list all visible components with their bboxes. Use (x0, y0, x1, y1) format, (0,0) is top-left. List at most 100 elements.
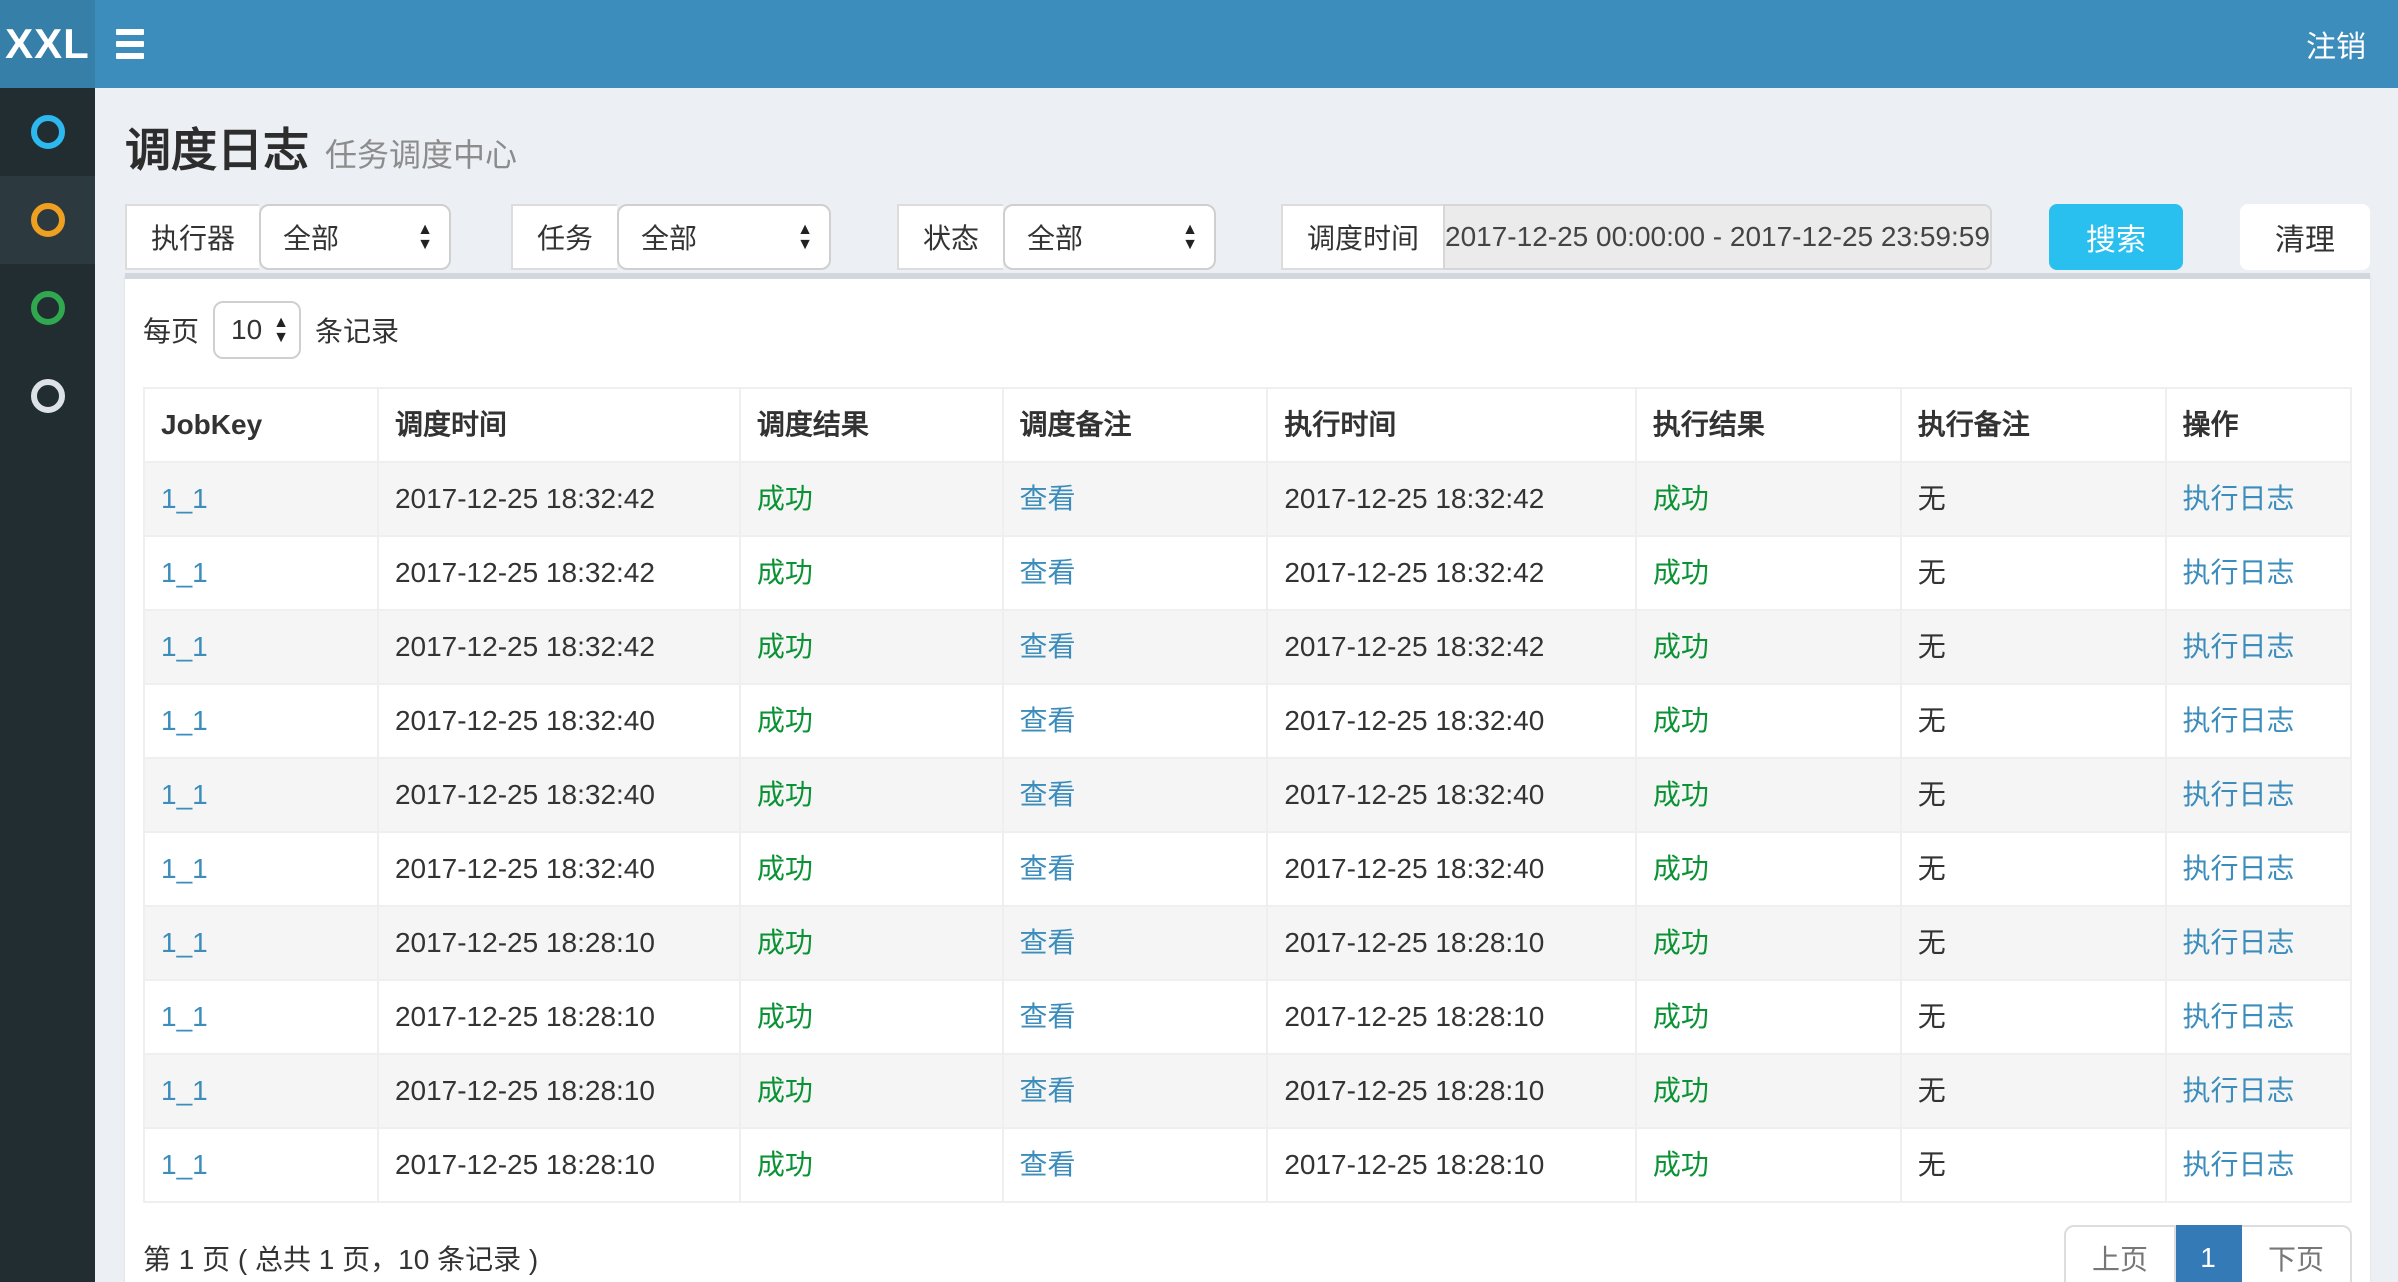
dispatch-time-cell: 2017-12-25 18:32:40 (395, 705, 655, 736)
next-page-button[interactable]: 下页 (2242, 1225, 2352, 1282)
jobkey-link-cell: 1_1 (144, 832, 378, 906)
view-remark-link-cell: 查看 (1003, 610, 1268, 684)
jobkey-link[interactable]: 1_1 (161, 705, 208, 736)
executor-select[interactable]: 全部 ▲▼ (259, 204, 451, 270)
jobkey-link[interactable]: 1_1 (161, 853, 208, 884)
view-remark-link[interactable]: 查看 (1020, 631, 1076, 662)
jobkey-link[interactable]: 1_1 (161, 631, 208, 662)
jobkey-link[interactable]: 1_1 (161, 927, 208, 958)
dispatch-time-cell: 2017-12-25 18:28:10 (395, 1001, 655, 1032)
view-remark-link[interactable]: 查看 (1020, 1075, 1076, 1106)
job-select[interactable]: 全部 ▲▼ (617, 204, 831, 270)
dispatch-time-cell-cell: 2017-12-25 18:28:10 (378, 1128, 740, 1202)
exec-remark-cell-cell: 无 (1901, 684, 2166, 758)
exec-log-link[interactable]: 执行日志 (2183, 853, 2295, 884)
jobkey-link[interactable]: 1_1 (161, 1075, 208, 1106)
exec-result-cell: 成功 (1653, 705, 1709, 736)
app-logo[interactable]: XXL (0, 0, 95, 88)
sidebar-item-3[interactable] (0, 264, 95, 352)
prev-page-button[interactable]: 上页 (2064, 1225, 2176, 1282)
pagesize-select[interactable]: 10 ▲▼ (213, 301, 301, 359)
table-row: 1_1 2017-12-25 18:28:10 成功 查看 2017-12-25 18:… (144, 980, 2351, 1054)
exec-result-cell: 成功 (1653, 631, 1709, 662)
column-header-1: JobKey (144, 388, 378, 462)
exec-time-cell: 2017-12-25 18:32:40 (1284, 779, 1544, 810)
exec-remark-cell-cell: 无 (1901, 536, 2166, 610)
exec-time-cell: 2017-12-25 18:28:10 (1284, 1075, 1544, 1106)
exec-result-cell-cell: 成功 (1636, 906, 1901, 980)
column-header-8: 操作 (2166, 388, 2351, 462)
view-remark-link[interactable]: 查看 (1020, 1001, 1076, 1032)
search-button[interactable]: 搜索 (2049, 204, 2183, 270)
exec-log-link[interactable]: 执行日志 (2183, 927, 2295, 958)
circle-icon (31, 203, 65, 237)
view-remark-link-cell: 查看 (1003, 462, 1268, 536)
dispatch-result-cell: 成功 (757, 1075, 813, 1106)
exec-remark-cell: 无 (1918, 557, 1946, 588)
logout-link[interactable]: 注销 (2274, 0, 2398, 88)
jobkey-link[interactable]: 1_1 (161, 483, 208, 514)
sidebar-item-1[interactable] (0, 88, 95, 176)
exec-log-link[interactable]: 执行日志 (2183, 631, 2295, 662)
current-page-button[interactable]: 1 (2176, 1225, 2242, 1282)
sidebar-item-4[interactable] (0, 352, 95, 440)
dispatch-result-cell-cell: 成功 (740, 462, 1003, 536)
exec-result-cell: 成功 (1653, 483, 1709, 514)
view-remark-link[interactable]: 查看 (1020, 853, 1076, 884)
exec-time-cell-cell: 2017-12-25 18:28:10 (1267, 906, 1636, 980)
column-header-3: 调度结果 (740, 388, 1003, 462)
exec-time-cell: 2017-12-25 18:32:42 (1284, 483, 1544, 514)
dispatch-time-cell: 2017-12-25 18:32:40 (395, 853, 655, 884)
dispatch-time-range-input[interactable]: 2017-12-25 00:00:00 - 2017-12-25 23:59:5… (1443, 204, 1992, 270)
jobkey-link-cell: 1_1 (144, 684, 378, 758)
select-arrows-icon: ▲▼ (1182, 222, 1198, 252)
exec-result-cell-cell: 成功 (1636, 758, 1901, 832)
job-filter-label: 任务 (511, 204, 617, 270)
select-arrows-icon: ▲▼ (417, 222, 433, 252)
exec-log-link[interactable]: 执行日志 (2183, 705, 2295, 736)
sidebar-item-2[interactable] (0, 176, 95, 264)
dispatch-time-cell-cell: 2017-12-25 18:32:42 (378, 536, 740, 610)
table-row: 1_12017-12-25 18:32:40成功查看2017-12-25 18:… (144, 832, 2351, 906)
jobkey-link[interactable]: 1_1 (161, 1149, 208, 1180)
exec-result-cell-cell: 成功 (1636, 610, 1901, 684)
jobkey-link-cell: 1_1 (144, 906, 378, 980)
dispatch-time-cell-cell: 2017-12-25 18:32:40 (378, 832, 740, 906)
circle-icon (31, 115, 65, 149)
dispatch-time-cell: 2017-12-25 18:32:42 (395, 483, 655, 514)
exec-remark-cell: 无 (1918, 1075, 1946, 1106)
exec-log-link-cell: 执行日志 (2166, 906, 2351, 980)
jobkey-link[interactable]: 1_1 (161, 557, 208, 588)
exec-log-link[interactable]: 执行日志 (2183, 1149, 2295, 1180)
exec-result-cell: 成功 (1653, 1149, 1709, 1180)
exec-log-link[interactable]: 执行日志 (2183, 779, 2295, 810)
sidebar-toggle-button[interactable] (95, 0, 165, 88)
jobkey-link-cell: 1_1 (144, 758, 378, 832)
status-select[interactable]: 全部 ▲▼ (1003, 204, 1216, 270)
status-select-value: 全部 (1027, 217, 1083, 257)
job-filter-group: 任务 全部 ▲▼ (511, 204, 831, 270)
view-remark-link[interactable]: 查看 (1020, 705, 1076, 736)
exec-time-cell-cell: 2017-12-25 18:28:10 (1267, 980, 1636, 1054)
exec-log-link[interactable]: 执行日志 (2183, 1001, 2295, 1032)
executor-filter-group: 执行器 全部 ▲▼ (125, 204, 451, 270)
view-remark-link[interactable]: 查看 (1020, 927, 1076, 958)
jobkey-link[interactable]: 1_1 (161, 779, 208, 810)
exec-log-link[interactable]: 执行日志 (2183, 483, 2295, 514)
view-remark-link[interactable]: 查看 (1020, 779, 1076, 810)
table-row: 1_12017-12-25 18:32:42成功查看2017-12-25 18:… (144, 610, 2351, 684)
exec-log-link[interactable]: 执行日志 (2183, 1075, 2295, 1106)
select-arrows-icon: ▲▼ (273, 315, 289, 345)
exec-time-cell-cell: 2017-12-25 18:32:42 (1267, 462, 1636, 536)
dispatch-time-cell: 2017-12-25 18:32:42 (395, 631, 655, 662)
view-remark-link[interactable]: 查看 (1020, 483, 1076, 514)
dispatch-time-cell: 2017-12-25 18:28:10 (395, 927, 655, 958)
exec-time-cell-cell: 2017-12-25 18:32:42 (1267, 536, 1636, 610)
exec-result-cell: 成功 (1653, 1001, 1709, 1032)
exec-time-cell: 2017-12-25 18:32:40 (1284, 705, 1544, 736)
clear-button[interactable]: 清理 (2240, 204, 2370, 270)
jobkey-link[interactable]: 1_1 (161, 1001, 208, 1032)
view-remark-link[interactable]: 查看 (1020, 1149, 1076, 1180)
view-remark-link[interactable]: 查看 (1020, 557, 1076, 588)
exec-log-link[interactable]: 执行日志 (2183, 557, 2295, 588)
